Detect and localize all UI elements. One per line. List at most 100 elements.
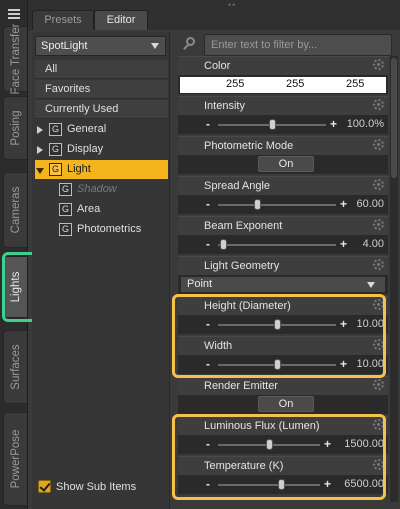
prop-render-emitter: Render Emitter On [178,376,388,414]
group-icon: G [59,203,72,216]
gear-icon[interactable] [373,59,384,70]
checkbox-checked-icon[interactable] [38,480,51,493]
list-item-shadow[interactable]: G Shadow [35,180,168,199]
panel-menu-icon[interactable] [6,6,22,22]
tab-surfaces-label: Surfaces [9,344,22,390]
tab-posing[interactable]: Posing [3,96,27,160]
slider-handle[interactable] [269,119,276,130]
list-item-light[interactable]: G Light [35,160,168,179]
tab-cameras[interactable]: Cameras [3,172,27,248]
prop-value[interactable]: 4.00 [363,238,384,250]
gear-icon[interactable] [373,139,384,150]
prop-spread-angle: Spread Angle - + 60.00 [178,176,388,214]
increment-button[interactable]: + [324,437,331,451]
light-geometry-dropdown[interactable]: Point [180,276,386,293]
slider-track[interactable] [218,484,320,486]
prop-intensity: Intensity - + 100.0% [178,96,388,134]
slider-handle[interactable] [274,359,281,370]
decrement-button[interactable]: - [206,237,210,251]
list-item-label: Area [77,203,101,215]
prop-value[interactable]: 60.00 [356,198,384,210]
render-emitter-toggle[interactable]: On [258,396,314,412]
prop-light-geometry: Light Geometry Point [178,256,388,294]
gear-icon[interactable] [373,339,384,350]
decrement-button[interactable]: - [206,437,210,451]
prop-temperature: Temperature (K) - + 6500.00 [178,456,388,494]
search-icon[interactable] [182,37,196,51]
node-select-value: SpotLight [41,40,88,52]
list-item-all[interactable]: All [35,60,168,79]
prop-value[interactable]: 10.00 [356,358,384,370]
prop-label: Color [204,60,231,72]
slider-handle[interactable] [266,439,273,450]
decrement-button[interactable]: - [206,317,210,331]
tab-editor[interactable]: Editor [94,10,148,30]
decrement-button[interactable]: - [206,477,210,491]
slider-handle[interactable] [253,199,261,210]
property-scrollbar[interactable] [390,56,398,502]
gear-icon[interactable] [373,459,384,470]
tab-powerpose-label: PowerPose [9,429,22,489]
increment-button[interactable]: + [330,117,337,131]
chevron-down-icon [151,43,159,49]
scrollbar-thumb[interactable] [391,58,397,178]
chevron-down-icon [367,282,375,288]
list-item-display[interactable]: G Display [35,140,168,159]
increment-button[interactable]: + [324,477,331,491]
tab-presets[interactable]: Presets [32,10,94,30]
prop-value[interactable]: 6500.00 [344,478,384,490]
gear-icon[interactable] [373,179,384,190]
gear-icon[interactable] [373,419,384,430]
decrement-button[interactable]: - [206,197,210,211]
tab-powerpose[interactable]: PowerPose [3,412,27,506]
group-icon: G [59,183,72,196]
prop-label: Photometric Mode [204,140,294,152]
list-item-favorites[interactable]: Favorites [35,80,168,99]
tab-face-transfer[interactable]: Face Transfer [3,24,27,94]
gear-icon[interactable] [373,219,384,230]
drag-grip-icon[interactable]: •• [228,0,236,10]
prop-value[interactable]: 10.00 [356,318,384,330]
gear-icon[interactable] [373,259,384,270]
group-icon: G [49,123,62,136]
expand-arrow-icon[interactable] [37,126,43,134]
increment-button[interactable]: + [340,237,347,251]
decrement-button[interactable]: - [206,357,210,371]
prop-luminous-flux: Luminous Flux (Lumen) - + 1500.00 [178,416,388,454]
prop-beam-exponent: Beam Exponent - + 4.00 [178,216,388,254]
photometric-mode-toggle[interactable]: On [258,156,314,172]
slider-handle[interactable] [274,319,281,330]
color-swatch[interactable]: 255 255 255 [180,77,386,93]
collapse-arrow-icon[interactable] [36,168,44,174]
gear-icon[interactable] [373,299,384,310]
decrement-button[interactable]: - [206,117,210,131]
gear-icon[interactable] [373,99,384,110]
slider-track[interactable] [218,204,336,206]
prop-value[interactable]: 1500.00 [344,438,384,450]
slider-handle[interactable] [278,479,286,490]
list-item-general[interactable]: G General [35,120,168,139]
top-tab-bar: •• Presets Editor [28,0,400,30]
color-g-value: 255 [286,78,305,90]
list-item-label: Photometrics [77,223,142,235]
gear-icon[interactable] [373,379,384,390]
list-item-area[interactable]: G Area [35,200,168,219]
prop-height-diameter: Height (Diameter) - + 10.00 [178,296,388,334]
slider-handle[interactable] [219,239,227,250]
list-item-photometrics[interactable]: G Photometrics [35,220,168,239]
slider-track[interactable] [218,244,336,246]
tab-surfaces[interactable]: Surfaces [3,330,27,404]
increment-button[interactable]: + [340,317,347,331]
expand-arrow-icon[interactable] [37,146,43,154]
tab-posing-label: Posing [9,110,22,146]
increment-button[interactable]: + [340,357,347,371]
node-select-dropdown[interactable]: SpotLight [35,36,166,56]
list-item-currently-used[interactable]: Currently Used [35,100,168,119]
prop-value[interactable]: 100.0% [347,118,384,130]
filter-input[interactable] [204,34,392,56]
increment-button[interactable]: + [340,197,347,211]
list-item-label: Light [67,163,91,175]
tab-lights[interactable]: Lights [3,256,27,318]
group-icon: G [59,223,72,236]
prop-color: Color 255 255 255 [178,56,388,94]
